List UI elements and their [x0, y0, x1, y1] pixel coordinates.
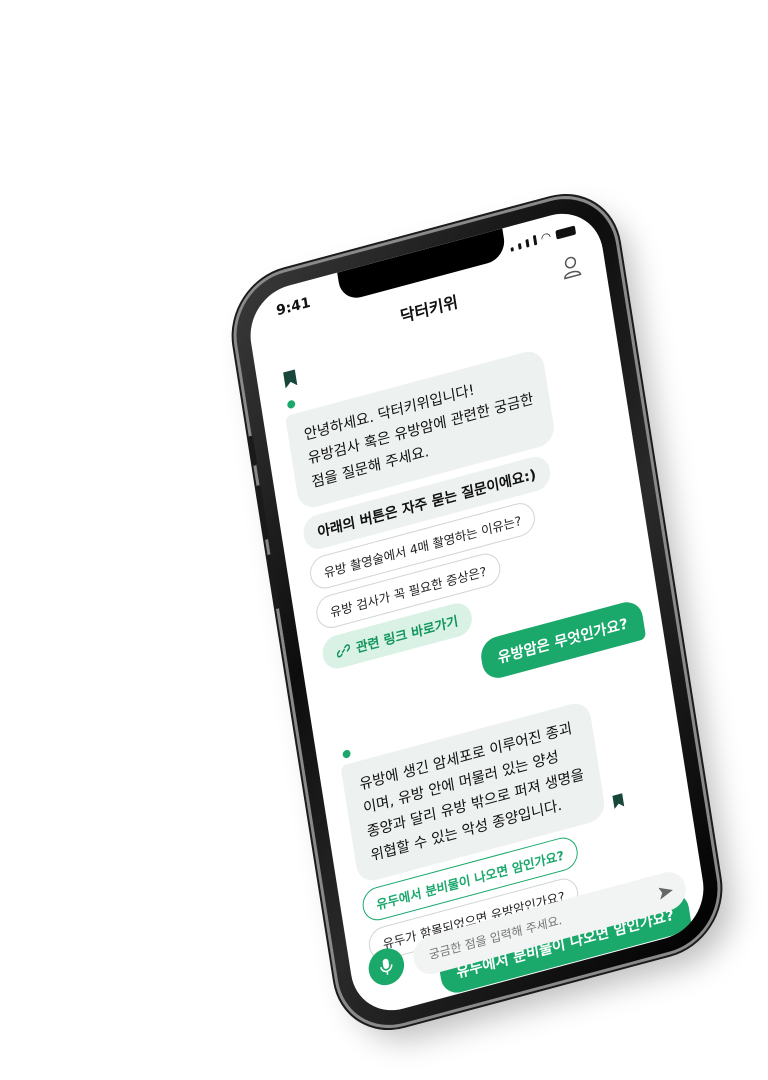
wifi-icon: ◠	[539, 228, 553, 246]
bot-indicator	[286, 399, 296, 410]
mic-button[interactable]	[366, 944, 407, 990]
status-icons: ◠	[509, 224, 577, 252]
signal-icon	[509, 247, 514, 252]
bot-indicator	[342, 749, 352, 760]
link-icon	[336, 643, 351, 657]
phone-screen: 9:41 ◠ 닥터키위 안녕하세요. 닥터키위입니다! 유방검사 혹은 유방암에…	[243, 203, 711, 1021]
bookmark-icon[interactable]	[611, 792, 625, 810]
signal-icon	[524, 239, 530, 248]
battery-icon	[555, 225, 577, 240]
phone-mockup: 9:41 ◠ 닥터키위 안녕하세요. 닥터키위입니다! 유방검사 혹은 유방암에…	[228, 185, 726, 1039]
signal-icon	[517, 243, 522, 250]
signal-icon	[532, 234, 537, 246]
stage: 9:41 ◠ 닥터키위 안녕하세요. 닥터키위입니다! 유방검사 혹은 유방암에…	[0, 0, 768, 1080]
send-icon[interactable]	[657, 882, 675, 902]
mic-icon	[380, 958, 393, 975]
status-time: 9:41	[275, 294, 312, 320]
